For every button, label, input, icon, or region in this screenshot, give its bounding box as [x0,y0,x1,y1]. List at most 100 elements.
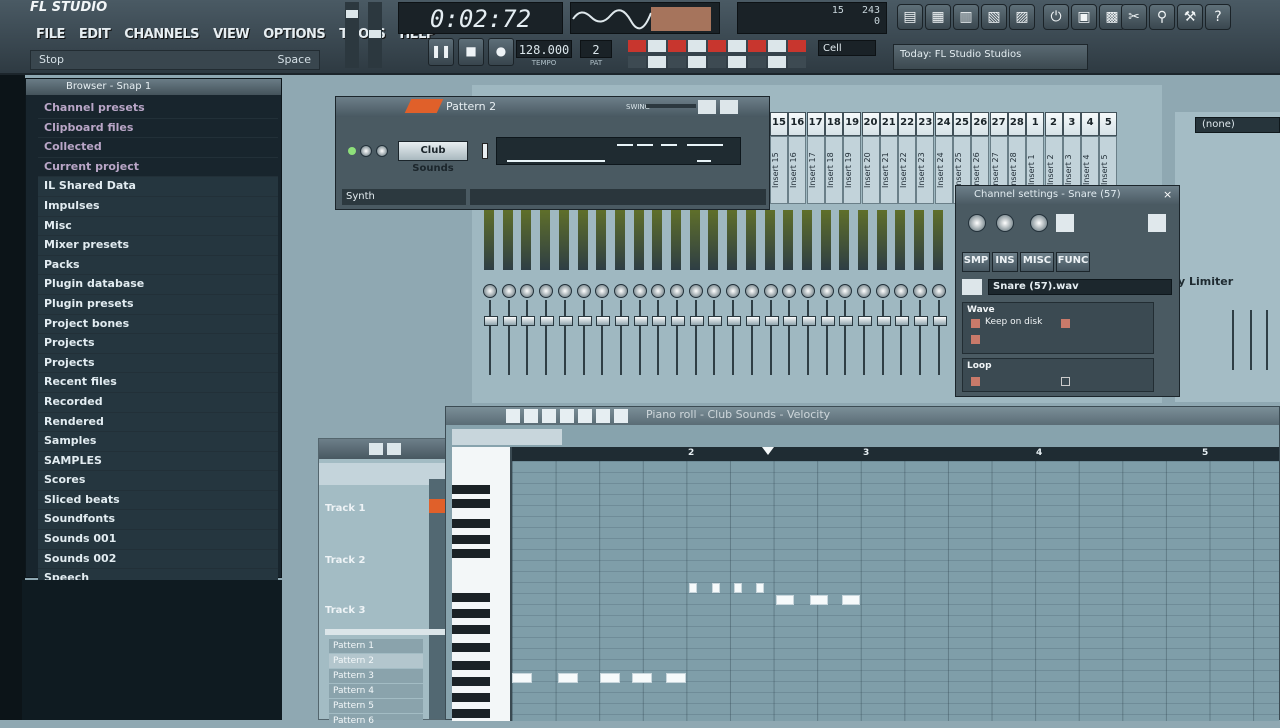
menu-options[interactable]: OPTIONS [257,24,331,46]
fader-cap[interactable] [540,316,555,326]
toggle-h[interactable] [768,56,786,68]
mixer-insert-number[interactable]: 1 [1026,112,1045,136]
mixer-insert-number[interactable]: 3 [1062,112,1081,136]
search-icon[interactable]: ⚲ [1149,4,1175,30]
channel-settings-title[interactable]: Channel settings - Snare (57) [956,186,1179,204]
fader-cap[interactable] [745,316,760,326]
black-key[interactable] [452,519,490,528]
browser-item[interactable]: Sliced beats [38,490,278,511]
mixer-pan-knob[interactable] [782,284,797,298]
master-pitch-slider[interactable] [368,2,382,68]
toggle-d[interactable] [688,56,706,68]
channel-target-icon[interactable] [1148,214,1166,232]
mixer-pan-knob[interactable] [613,284,628,298]
fader-cap[interactable] [558,316,573,326]
loop-option-checkbox[interactable] [1061,377,1070,386]
tab-func[interactable]: FUNC [1056,252,1090,272]
limiter-slider[interactable] [1250,310,1252,370]
menu-file[interactable]: FILE [30,24,71,46]
mixer-pan-knob[interactable] [595,284,610,298]
midi-note[interactable] [776,595,794,605]
mixer-volume-fader[interactable] [563,300,566,375]
toggle-i[interactable] [788,56,806,68]
toggle-a[interactable] [628,56,646,68]
mixer-pan-knob[interactable] [483,284,497,298]
toggle-c[interactable] [668,56,686,68]
mixer-volume-fader[interactable] [844,300,847,375]
effect-slot-select[interactable]: (none) [1195,117,1280,133]
browser-item[interactable]: Misc [38,216,278,237]
playhead-marker-icon[interactable] [762,447,774,455]
pattern-block[interactable] [429,499,445,513]
black-key[interactable] [452,661,490,670]
pattern-list-item[interactable]: Pattern 4 [329,684,423,698]
mixer-volume-fader[interactable] [806,300,809,375]
mixer-pan-knob[interactable] [688,284,703,298]
midi-note[interactable] [600,673,620,683]
channel-select-indicator[interactable] [482,143,488,159]
fader-cap[interactable] [652,316,667,326]
mixer-volume-fader[interactable] [881,300,884,375]
fader-cap[interactable] [820,316,835,326]
browser-item[interactable]: Recent files [38,373,278,393]
black-key[interactable] [452,625,490,634]
mixer-pan-knob[interactable] [670,284,684,298]
channel-fx-icon[interactable] [1056,214,1074,232]
swing-slider[interactable] [646,104,696,108]
mixer-pan-knob[interactable] [520,284,535,298]
wave-option-checkbox[interactable] [1061,319,1070,328]
mixer-icon[interactable]: ▨ [1009,4,1035,30]
mixer-volume-fader[interactable] [732,300,735,375]
mute-tool-icon[interactable] [560,409,574,423]
mixer-insert-number[interactable]: 2 [1044,112,1063,136]
limiter-slider[interactable] [1266,310,1268,370]
pattern-number[interactable]: 2 [580,40,612,58]
browser-item[interactable]: Current project [38,158,278,178]
fader-cap[interactable] [876,316,891,326]
mixer-insert-number[interactable]: 26 [971,112,990,136]
fader-cap[interactable] [895,316,910,326]
black-key[interactable] [452,609,490,618]
mixer-volume-fader[interactable] [676,300,678,375]
pencil-tool-icon[interactable] [506,409,520,423]
mixer-pan-knob[interactable] [744,284,759,298]
mixer-volume-fader[interactable] [657,300,660,375]
browser-item[interactable]: Recorded [38,392,278,413]
midi-note[interactable] [666,673,686,683]
wrench-icon[interactable]: ⚒ [1177,4,1203,30]
browser-item[interactable]: Scores [38,471,278,491]
fader-cap[interactable] [484,316,498,326]
song-time-display[interactable]: 0:02:72 [398,2,563,34]
fader-cap[interactable] [521,316,536,326]
channel-pan-knob[interactable] [360,145,372,157]
fader-cap[interactable] [708,316,723,326]
fader-cap[interactable] [596,316,611,326]
black-key[interactable] [452,549,490,558]
mixer-pan-knob[interactable] [557,284,572,298]
mixer-insert-number[interactable]: 4 [1081,112,1100,136]
mixer-volume-fader[interactable] [769,300,772,375]
mixer-pan-knob[interactable] [539,284,554,298]
fader-cap[interactable] [633,316,648,326]
browser-item[interactable]: Soundfonts [38,510,278,531]
piano-roll-icon[interactable]: ▥ [953,4,979,30]
mixer-pan-knob[interactable] [576,284,591,298]
browser-item[interactable]: Rendered [38,412,278,433]
mixer-insert-number[interactable]: 28 [1007,112,1026,136]
browser-item[interactable]: Projects [38,353,278,374]
midi-note[interactable] [632,673,652,683]
mixer-insert-number[interactable]: 19 [843,112,862,136]
toggle-automation[interactable] [748,40,766,52]
mixer-insert-number[interactable]: 17 [806,112,825,136]
mixer-pan-knob[interactable] [501,284,516,298]
toggle-metronome[interactable] [628,40,646,52]
browser-item[interactable]: Collected [38,138,278,158]
fader-cap[interactable] [764,316,779,326]
browser-item[interactable]: Sounds 001 [38,530,278,550]
note-grid[interactable] [512,461,1279,721]
black-key[interactable] [452,593,490,602]
mixer-volume-fader[interactable] [582,300,585,375]
mixer-volume-fader[interactable] [825,300,828,375]
toggle-wait[interactable] [648,40,666,52]
mixer-pan-knob[interactable] [819,284,834,298]
